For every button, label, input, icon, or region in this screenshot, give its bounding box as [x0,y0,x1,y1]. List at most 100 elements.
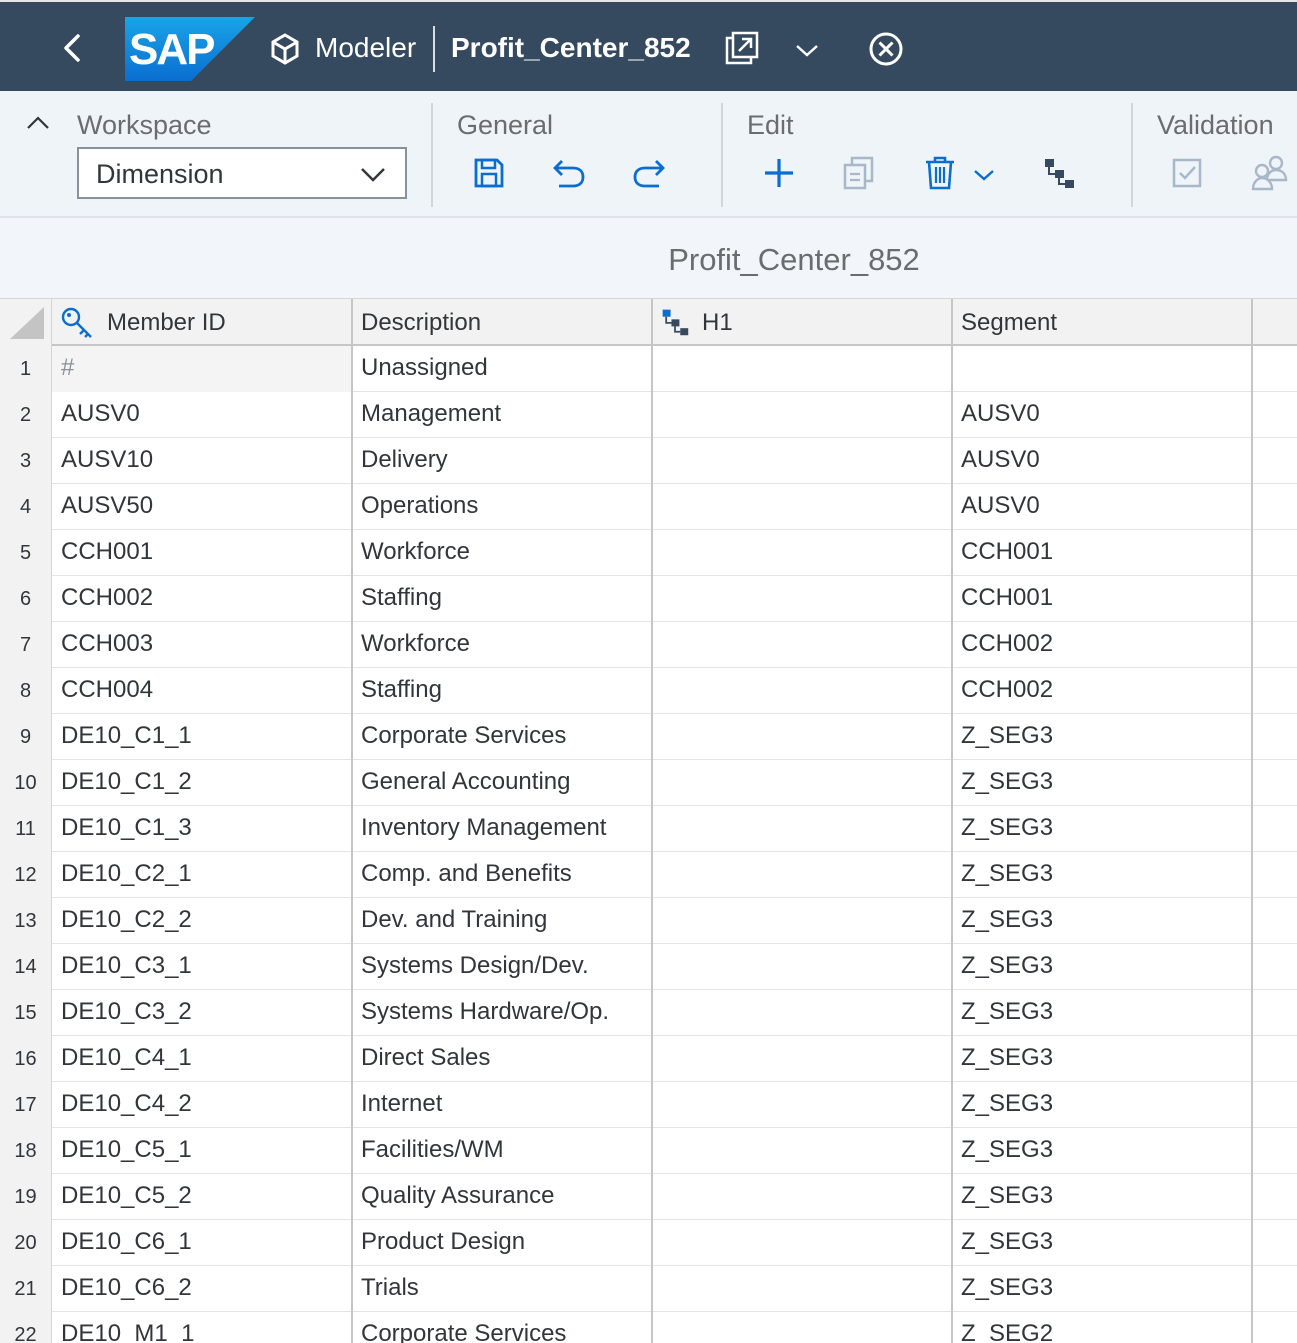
description-cell[interactable]: Product Design [351,1220,653,1266]
h1-cell[interactable] [651,714,953,760]
delete-options-chevron-icon[interactable] [972,166,996,184]
member-id-cell[interactable]: DE10_C5_1 [52,1128,353,1174]
back-arrow-icon[interactable] [58,30,88,66]
member-id-cell[interactable]: DE10_C6_2 [52,1266,353,1312]
h1-cell[interactable] [651,1266,953,1312]
segment-cell[interactable]: Z_SEG3 [951,760,1253,806]
member-id-cell[interactable]: CCH003 [52,622,353,668]
column-header-description[interactable]: Description [351,299,653,346]
add-member-icon[interactable] [762,156,796,190]
segment-cell[interactable]: Z_SEG3 [951,714,1253,760]
app-label[interactable]: Modeler [315,32,416,64]
segment-cell[interactable]: Z_SEG3 [951,898,1253,944]
h1-cell[interactable] [651,1036,953,1082]
h1-cell[interactable] [651,392,953,438]
member-id-cell[interactable]: DE10_C4_1 [52,1036,353,1082]
h1-cell[interactable] [651,530,953,576]
table-row[interactable]: 14 DE10_C3_1 Systems Design/Dev. Z_SEG3 [0,944,1297,990]
description-cell[interactable]: Systems Hardware/Op. [351,990,653,1036]
description-cell[interactable]: Management [351,392,653,438]
delete-trash-icon[interactable] [923,155,957,191]
table-row[interactable]: 2 AUSV0 Management AUSV0 [0,392,1297,438]
description-cell[interactable]: Direct Sales [351,1036,653,1082]
h1-cell[interactable] [651,576,953,622]
member-id-cell[interactable]: DE10_C2_1 [52,852,353,898]
segment-cell[interactable]: Z_SEG3 [951,1036,1253,1082]
description-cell[interactable]: Internet [351,1082,653,1128]
column-header-h1[interactable]: H1 [651,299,953,346]
workspace-dropdown[interactable]: Dimension [77,147,407,199]
table-row[interactable]: 5 CCH001 Workforce CCH001 [0,530,1297,576]
chevron-down-icon[interactable] [794,40,820,60]
description-cell[interactable]: Corporate Services [351,1312,653,1343]
member-id-cell[interactable]: DE10_C4_2 [52,1082,353,1128]
h1-cell[interactable] [651,622,953,668]
table-row[interactable]: 17 DE10_C4_2 Internet Z_SEG3 [0,1082,1297,1128]
description-cell[interactable]: Staffing [351,576,653,622]
segment-cell[interactable]: Z_SEG2 [951,1312,1253,1343]
member-id-cell[interactable]: DE10_C1_2 [52,760,353,806]
h1-cell[interactable] [651,944,953,990]
h1-cell[interactable] [651,346,953,392]
h1-cell[interactable] [651,1174,953,1220]
member-id-cell[interactable]: DE10_C3_1 [52,944,353,990]
description-cell[interactable]: Operations [351,484,653,530]
description-cell[interactable]: Unassigned [351,346,653,392]
member-id-cell[interactable]: # [52,346,353,392]
member-id-cell[interactable]: DE10_C1_1 [52,714,353,760]
segment-cell[interactable]: AUSV0 [951,392,1253,438]
hierarchy-icon[interactable] [1042,156,1076,190]
segment-cell[interactable]: CCH002 [951,668,1253,714]
segment-cell[interactable]: Z_SEG3 [951,1128,1253,1174]
member-id-cell[interactable]: DE10_C2_2 [52,898,353,944]
undo-icon[interactable] [551,156,587,190]
table-row[interactable]: 7 CCH003 Workforce CCH002 [0,622,1297,668]
member-id-cell[interactable]: DE10_C5_2 [52,1174,353,1220]
open-in-new-window-icon[interactable] [724,30,760,66]
description-cell[interactable]: Corporate Services [351,714,653,760]
description-cell[interactable]: Systems Design/Dev. [351,944,653,990]
member-id-cell[interactable]: DE10_C1_3 [52,806,353,852]
table-row[interactable]: 15 DE10_C3_2 Systems Hardware/Op. Z_SEG3 [0,990,1297,1036]
table-row[interactable]: 9 DE10_C1_1 Corporate Services Z_SEG3 [0,714,1297,760]
segment-cell[interactable]: Z_SEG3 [951,806,1253,852]
segment-cell[interactable]: Z_SEG3 [951,944,1253,990]
description-cell[interactable]: Dev. and Training [351,898,653,944]
h1-cell[interactable] [651,898,953,944]
description-cell[interactable]: Staffing [351,668,653,714]
table-row[interactable]: 19 DE10_C5_2 Quality Assurance Z_SEG3 [0,1174,1297,1220]
h1-cell[interactable] [651,760,953,806]
segment-cell[interactable]: Z_SEG3 [951,1220,1253,1266]
table-row[interactable]: 13 DE10_C2_2 Dev. and Training Z_SEG3 [0,898,1297,944]
h1-cell[interactable] [651,852,953,898]
collapse-toolbar-icon[interactable] [24,112,52,134]
table-row[interactable]: 20 DE10_C6_1 Product Design Z_SEG3 [0,1220,1297,1266]
h1-cell[interactable] [651,1312,953,1343]
description-cell[interactable]: Workforce [351,622,653,668]
member-id-cell[interactable]: CCH002 [52,576,353,622]
description-cell[interactable]: Facilities/WM [351,1128,653,1174]
member-id-cell[interactable]: DE10_M1_1 [52,1312,353,1343]
h1-cell[interactable] [651,806,953,852]
segment-cell[interactable]: CCH002 [951,622,1253,668]
description-cell[interactable]: Quality Assurance [351,1174,653,1220]
member-id-cell[interactable]: DE10_C3_2 [52,990,353,1036]
h1-cell[interactable] [651,1082,953,1128]
segment-cell[interactable]: Z_SEG3 [951,1174,1253,1220]
close-circle-icon[interactable] [867,30,905,68]
segment-cell[interactable]: CCH001 [951,576,1253,622]
table-row[interactable]: 3 AUSV10 Delivery AUSV0 [0,438,1297,484]
description-cell[interactable]: Inventory Management [351,806,653,852]
segment-cell[interactable]: Z_SEG3 [951,1266,1253,1312]
column-header-member-id[interactable]: Member ID [52,299,353,346]
member-id-cell[interactable]: AUSV0 [52,392,353,438]
h1-cell[interactable] [651,990,953,1036]
h1-cell[interactable] [651,668,953,714]
table-row[interactable]: 4 AUSV50 Operations AUSV0 [0,484,1297,530]
segment-cell[interactable] [951,346,1253,392]
table-row[interactable]: 1 # Unassigned [0,346,1297,392]
description-cell[interactable]: General Accounting [351,760,653,806]
segment-cell[interactable]: AUSV0 [951,438,1253,484]
member-id-cell[interactable]: CCH004 [52,668,353,714]
segment-cell[interactable]: AUSV0 [951,484,1253,530]
